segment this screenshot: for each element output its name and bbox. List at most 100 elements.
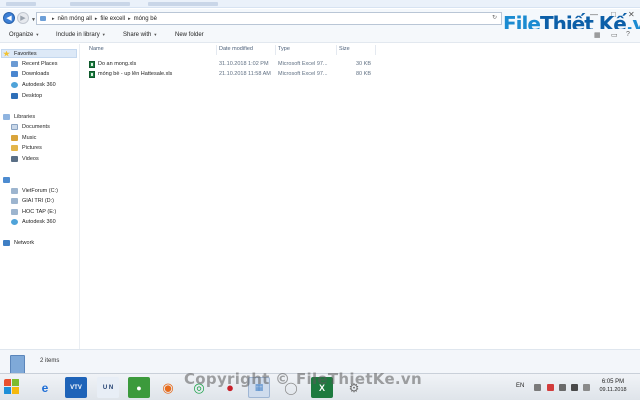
column-header-type[interactable]: Type	[278, 46, 290, 52]
chevron-down-icon: ▼	[35, 32, 40, 37]
start-button[interactable]	[4, 379, 20, 395]
nav-item-documents[interactable]: Documents	[11, 122, 50, 131]
back-button[interactable]: ◀	[3, 12, 15, 24]
videos-icon	[11, 155, 18, 162]
firefox-icon[interactable]: ◉	[157, 377, 179, 398]
nav-item-autodesk-360[interactable]: Autodesk 360	[11, 80, 56, 89]
windows-logo-icon	[12, 379, 19, 386]
nav-item-label: Recent Places	[22, 60, 58, 67]
file-size: 30 KB	[356, 61, 371, 67]
tab-ghost-3[interactable]	[148, 2, 218, 6]
chevron-down-icon: ▼	[153, 32, 158, 37]
help-icon[interactable]: ?	[626, 31, 630, 38]
tab-ghost-2[interactable]	[70, 2, 130, 6]
nav-network-label: Network	[14, 239, 35, 246]
folder-items-icon	[10, 355, 25, 374]
include-in-library-button[interactable]: Include in library ▼	[56, 32, 106, 38]
file-row[interactable]: Do an mong.xls 31.10.2018 1:02 PM Micros…	[86, 60, 386, 69]
network-status-icon[interactable]	[559, 384, 566, 391]
preview-pane-icon[interactable]: ▭	[611, 31, 618, 39]
column-divider[interactable]	[275, 45, 276, 55]
file-type: Microsoft Excel 97...	[278, 71, 328, 77]
new-folder-button[interactable]: New folder	[175, 32, 204, 38]
nav-item-label: Music	[22, 134, 37, 141]
clock-date: 09.11.2018	[599, 387, 627, 393]
windows-logo-icon	[12, 387, 19, 394]
column-divider[interactable]	[336, 45, 337, 55]
internet-explorer-icon[interactable]: e	[34, 377, 56, 398]
nav-libraries[interactable]: Libraries	[3, 112, 35, 121]
column-divider[interactable]	[216, 45, 217, 55]
chevron-right-icon[interactable]: ▸	[95, 16, 98, 22]
share-label: Share with	[123, 32, 152, 38]
organize-button[interactable]: Organize ▼	[9, 32, 39, 38]
unikey-icon[interactable]: U N	[97, 377, 119, 398]
file-size: 80 KB	[356, 71, 371, 77]
view-options-icon[interactable]: ▦	[594, 31, 601, 39]
volume-icon[interactable]	[571, 384, 578, 391]
autodesk-360-icon	[11, 81, 18, 88]
desktop-icon	[11, 92, 18, 99]
breadcrumb-item[interactable]: file excell	[100, 16, 125, 22]
share-with-button[interactable]: Share with ▼	[123, 32, 157, 38]
libraries-icon	[3, 113, 10, 120]
nav-item-drive-c[interactable]: VietForum (C:)	[11, 186, 58, 195]
column-header-date[interactable]: Date modified	[219, 46, 253, 52]
column-header-name[interactable]: Name	[89, 46, 104, 52]
nav-computer[interactable]	[3, 175, 14, 184]
breadcrumb-item[interactable]: móng bè	[134, 16, 157, 22]
windows-logo-icon	[4, 387, 11, 394]
nav-item-label: Documents	[22, 123, 50, 130]
star-icon	[3, 50, 10, 57]
nav-item-recent-places[interactable]: Recent Places	[11, 59, 57, 68]
file-row[interactable]: móng bè - up lên Hattesale.xls 21.10.201…	[86, 70, 386, 79]
command-bar: Organize ▼ Include in library ▼ Share with…	[0, 29, 640, 43]
antivirus-icon[interactable]	[547, 384, 554, 391]
nav-favorites-label: Favorites	[14, 50, 37, 57]
window-tab-strip	[0, 0, 640, 8]
refresh-icon[interactable]: ↻	[492, 14, 497, 21]
nav-item-label: Autodesk 360	[22, 81, 56, 88]
computer-icon	[3, 176, 10, 183]
nav-item-label: Pictures	[22, 144, 42, 151]
nav-item-label: Desktop	[22, 92, 43, 99]
nav-item-drive-e[interactable]: HOC TAP (E:)	[11, 207, 56, 216]
music-icon	[11, 134, 18, 141]
chevron-down-icon: ▼	[101, 32, 106, 37]
vtv-app-icon[interactable]: VTV	[65, 377, 87, 398]
column-divider[interactable]	[375, 45, 376, 55]
nav-favorites[interactable]: Favorites	[3, 49, 37, 58]
clock[interactable]: 6:05 PM 09.11.2018	[595, 379, 631, 393]
address-bar[interactable]: ▸ nền móng all ▸ file excell ▸ móng bè	[36, 12, 502, 25]
nav-item-drive-d[interactable]: GIAI TRI (D:)	[11, 196, 54, 205]
file-list-pane: Name Date modified Type Size Do an mong.…	[81, 44, 640, 349]
nav-item-desktop[interactable]: Desktop	[11, 91, 42, 100]
nav-item-pictures[interactable]: Pictures	[11, 143, 42, 152]
drive-icon	[11, 197, 18, 204]
network-icon	[3, 239, 10, 246]
nav-item-downloads[interactable]: Downloads	[11, 69, 49, 78]
forward-button[interactable]: ▶	[17, 12, 29, 24]
excel-file-icon	[89, 71, 95, 78]
breadcrumb-item[interactable]: nền móng all	[58, 16, 92, 22]
nav-item-autodesk-360-drive[interactable]: Autodesk 360	[11, 217, 56, 226]
chevron-right-icon[interactable]: ▸	[52, 16, 55, 22]
item-count: 2 items	[40, 358, 60, 364]
file-type: Microsoft Excel 97...	[278, 61, 328, 67]
documents-icon	[11, 123, 18, 130]
chevron-right-icon[interactable]: ▸	[128, 16, 131, 22]
excel-file-icon	[89, 61, 95, 68]
language-indicator[interactable]: EN	[516, 383, 524, 389]
file-date: 31.10.2018 1:02 PM	[219, 61, 269, 67]
windows-logo-icon	[4, 379, 11, 386]
nav-item-music[interactable]: Music	[11, 133, 36, 142]
organize-label: Organize	[9, 32, 34, 38]
column-header-size[interactable]: Size	[339, 46, 350, 52]
coccoc-browser-icon[interactable]: ●	[128, 377, 150, 398]
nav-network[interactable]: Network	[3, 238, 34, 247]
nav-item-videos[interactable]: Videos	[11, 154, 39, 163]
tray-icon[interactable]	[534, 384, 541, 391]
drive-icon	[11, 208, 18, 215]
tab-ghost-1[interactable]	[6, 2, 36, 6]
battery-icon[interactable]	[583, 384, 590, 391]
